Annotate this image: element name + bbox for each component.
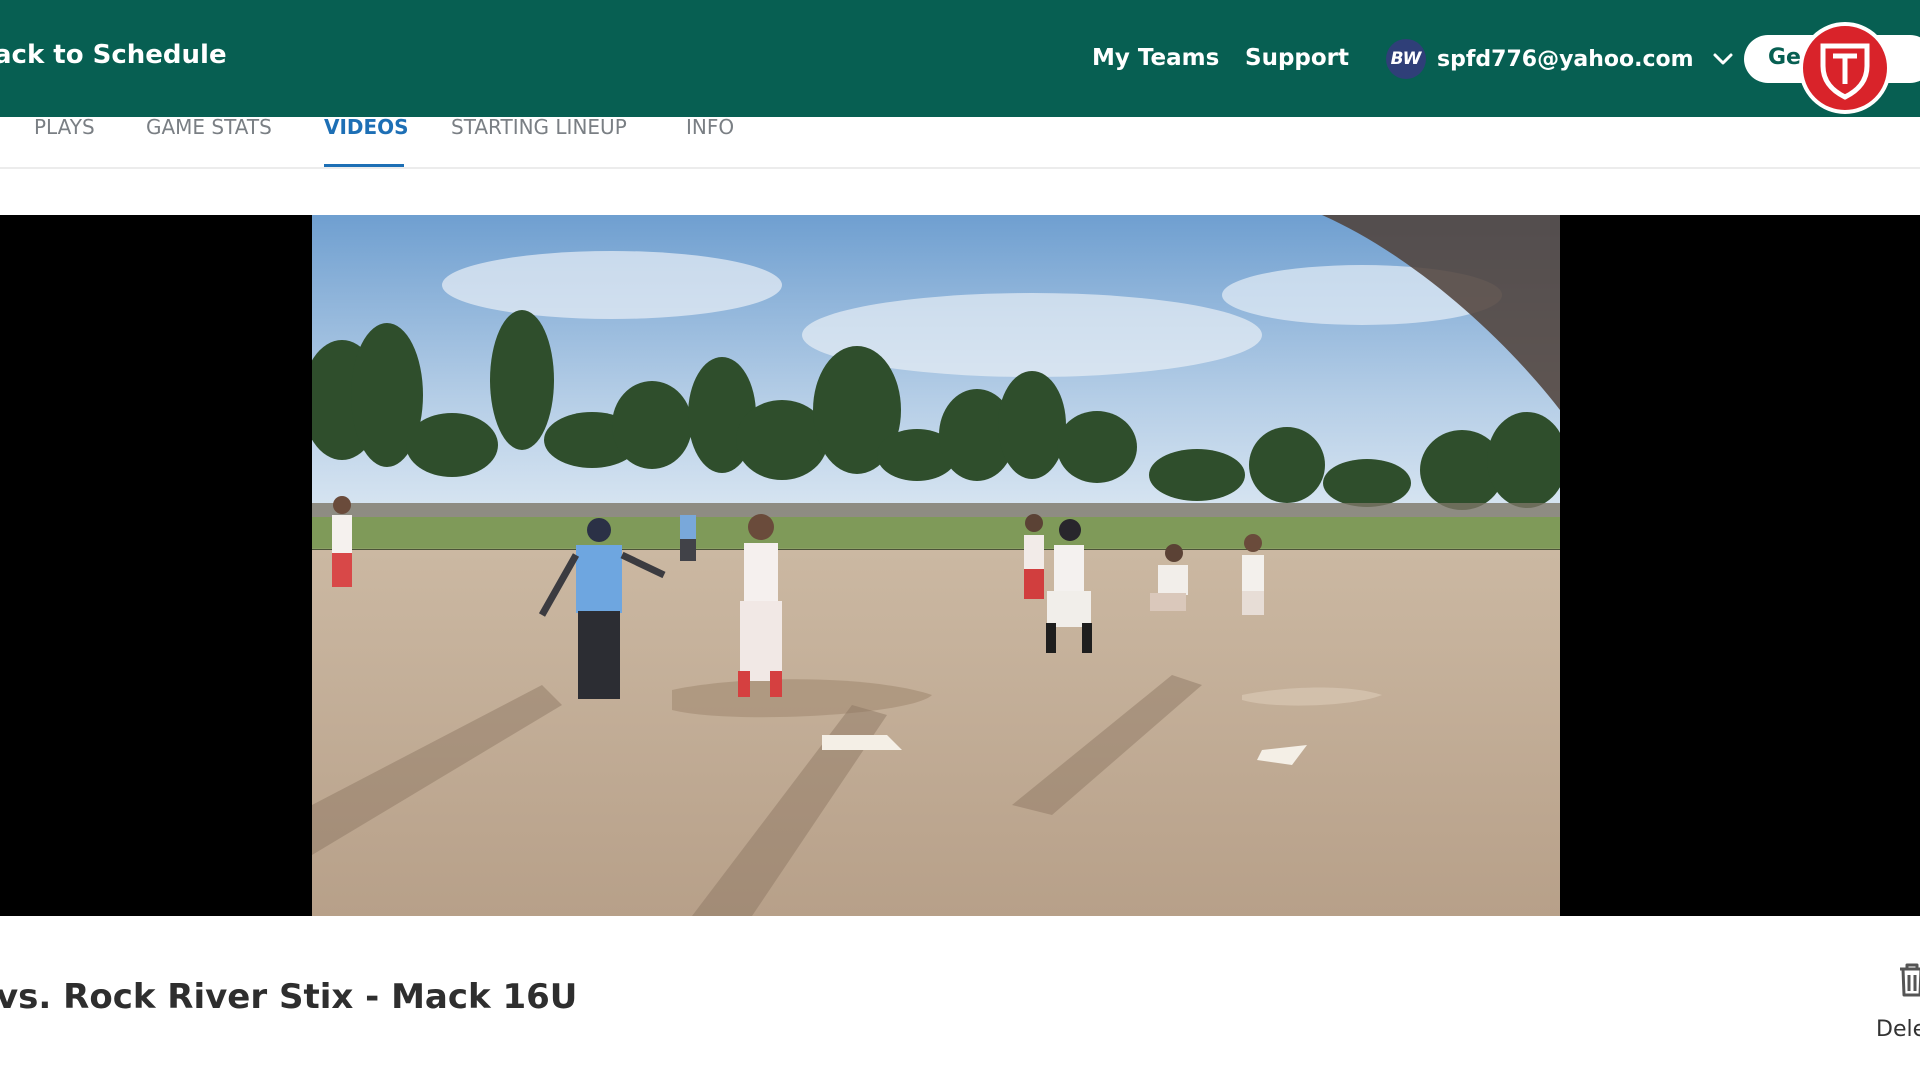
video-player[interactable]	[0, 215, 1920, 916]
tab-game-stats[interactable]: GAME STATS	[146, 117, 272, 165]
delete-button-label[interactable]: Dele	[1876, 1017, 1920, 1042]
my-teams-link[interactable]: My Teams	[1092, 45, 1219, 71]
back-to-schedule-link[interactable]: ack to Schedule	[0, 40, 227, 70]
top-navigation-bar: ack to Schedule My Teams Support BW spfd…	[0, 0, 1920, 117]
tab-plays[interactable]: PLAYS	[34, 117, 95, 165]
tab-starting-lineup[interactable]: STARTING LINEUP	[451, 117, 627, 165]
shield-logo-icon	[1799, 22, 1891, 114]
get-app-button-label: Ge	[1768, 45, 1801, 70]
support-link[interactable]: Support	[1245, 45, 1349, 71]
tab-videos[interactable]: VIDEOS	[324, 117, 409, 165]
video-title: vs. Rock River Stix - Mack 16U	[0, 976, 578, 1017]
user-email: spfd776@yahoo.com	[1437, 46, 1694, 72]
user-account-menu[interactable]: BW spfd776@yahoo.com	[1386, 37, 1735, 81]
trash-icon[interactable]	[1897, 961, 1920, 999]
active-tab-indicator	[324, 164, 404, 167]
softball-game-video-frame	[312, 215, 1560, 916]
game-subnav: PLAYS GAME STATS VIDEOS STARTING LINEUP …	[0, 117, 1920, 169]
chevron-down-icon[interactable]	[1711, 47, 1735, 71]
avatar: BW	[1386, 39, 1426, 79]
tab-info[interactable]: INFO	[686, 117, 734, 165]
